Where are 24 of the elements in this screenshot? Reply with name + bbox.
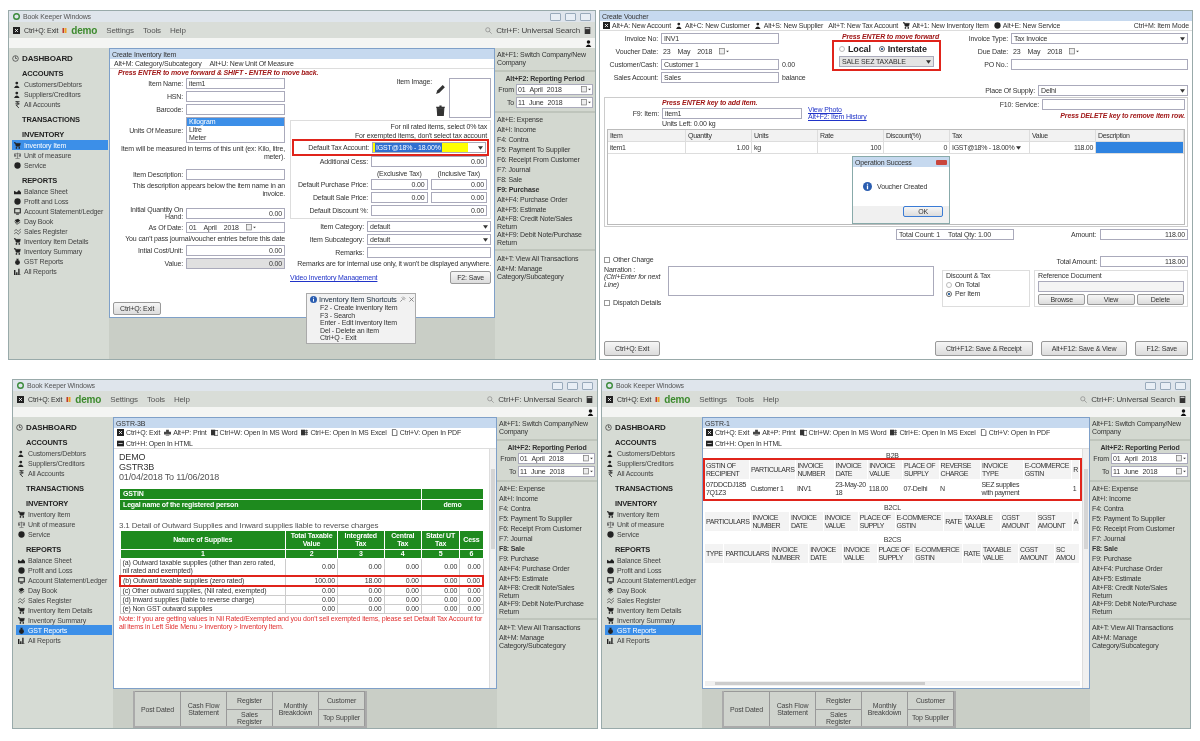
- menu-item[interactable]: Help: [762, 394, 779, 404]
- menu-item[interactable]: Settings: [106, 25, 134, 35]
- company-name: demo: [664, 393, 691, 405]
- company-name: demo: [71, 24, 98, 36]
- dashboard-link[interactable]: DASHBOARD: [26, 423, 77, 432]
- menu-item[interactable]: Settings: [699, 394, 727, 404]
- dashboard-link[interactable]: DASHBOARD: [22, 54, 73, 63]
- menu-item[interactable]: Tools: [147, 394, 165, 404]
- company-heading: DEMO: [119, 452, 147, 462]
- menu-item[interactable]: Tools: [736, 394, 754, 404]
- menu-item[interactable]: Help: [173, 394, 190, 404]
- company-name: demo: [75, 393, 102, 405]
- search-button[interactable]: Ctrl+F: Universal Search: [498, 394, 582, 404]
- menu-item[interactable]: Settings: [110, 394, 138, 404]
- menu-item[interactable]: Tools: [143, 25, 161, 35]
- search-button[interactable]: Ctrl+F: Universal Search: [1091, 394, 1175, 404]
- menu-item[interactable]: Help: [169, 25, 186, 35]
- dashboard-link[interactable]: DASHBOARD: [615, 423, 666, 432]
- radio-label[interactable]: Local: [848, 44, 871, 54]
- section-heading: 3.1 Detail of Outward Supplies and Inward supplies liable to reverse charges: [119, 521, 380, 530]
- search-button[interactable]: Ctrl+F: Universal Search: [496, 25, 580, 35]
- report-heading: GSTR3B: [119, 462, 156, 472]
- period-text: 01/04/2018 To 11/06/2018: [119, 472, 221, 482]
- radio-label[interactable]: Interstate: [887, 44, 927, 54]
